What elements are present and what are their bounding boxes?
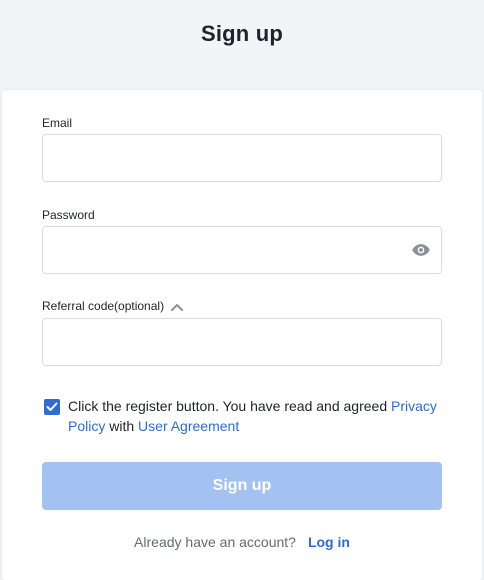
agreement-row: Click the register button. You have read… — [44, 396, 444, 436]
chevron-up-icon[interactable] — [170, 301, 184, 311]
referral-label[interactable]: Referral code(optional) — [42, 299, 184, 313]
referral-label-text: Referral code(optional) — [42, 299, 165, 313]
email-label-text: Email — [42, 116, 73, 130]
login-question: Already have an account? — [134, 534, 296, 550]
login-link[interactable]: Log in — [308, 534, 350, 550]
checkmark-icon — [46, 402, 58, 411]
agreement-with: with — [105, 418, 139, 434]
password-field-wrapper — [42, 226, 442, 274]
login-prompt: Already have an account? Log in — [2, 534, 482, 550]
signup-card: Email Password Referral code(optional) C… — [2, 90, 482, 580]
password-label: Password — [42, 208, 95, 222]
referral-code-field[interactable] — [43, 319, 441, 365]
password-field[interactable] — [43, 227, 441, 273]
page-title: Sign up — [200, 21, 284, 46]
page-header: Sign up — [0, 0, 484, 90]
sign-up-button[interactable]: Sign up — [42, 462, 442, 510]
agreement-text: Click the register button. You have read… — [68, 396, 444, 436]
email-label: Email — [42, 116, 72, 130]
user-agreement-link[interactable]: User Agreement — [138, 418, 239, 434]
agreement-statement: Click the register button. You have read… — [68, 398, 391, 414]
email-field[interactable] — [43, 135, 441, 181]
eye-icon[interactable] — [411, 240, 431, 260]
password-label-text: Password — [42, 208, 95, 222]
agreement-checkbox[interactable] — [44, 399, 60, 415]
email-field-wrapper — [42, 134, 442, 182]
referral-field-wrapper — [42, 318, 442, 366]
